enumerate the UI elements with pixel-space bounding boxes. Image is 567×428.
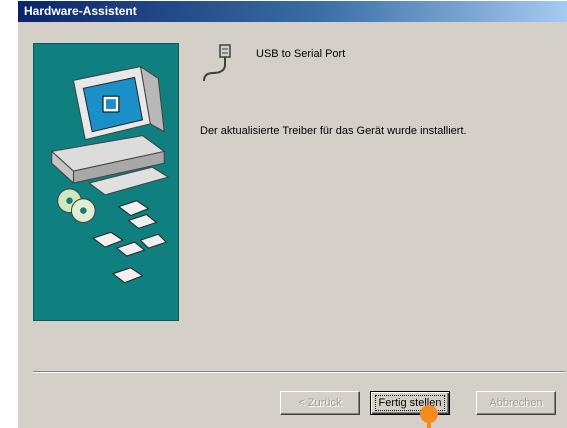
back-button-label: < Zurück <box>298 397 342 409</box>
cancel-button-label: Abbrechen <box>489 397 543 409</box>
back-button[interactable]: < Zurück <box>280 391 360 415</box>
finish-button[interactable]: Fertig stellen <box>370 391 450 415</box>
hardware-wizard-window: Hardware-Assistent USB to Serial Port De… <box>17 0 567 428</box>
button-separator <box>33 371 565 373</box>
click-marker-stem <box>427 420 431 428</box>
status-message: Der aktualisierte Treiber für das Gerät … <box>200 125 467 137</box>
computer-illustration <box>50 65 170 284</box>
wizard-banner-image <box>33 43 179 321</box>
cancel-button[interactable]: Abbrechen <box>476 391 556 415</box>
window-title: Hardware-Assistent <box>18 1 567 22</box>
serial-port-icon <box>203 44 231 82</box>
device-name: USB to Serial Port <box>256 48 346 60</box>
